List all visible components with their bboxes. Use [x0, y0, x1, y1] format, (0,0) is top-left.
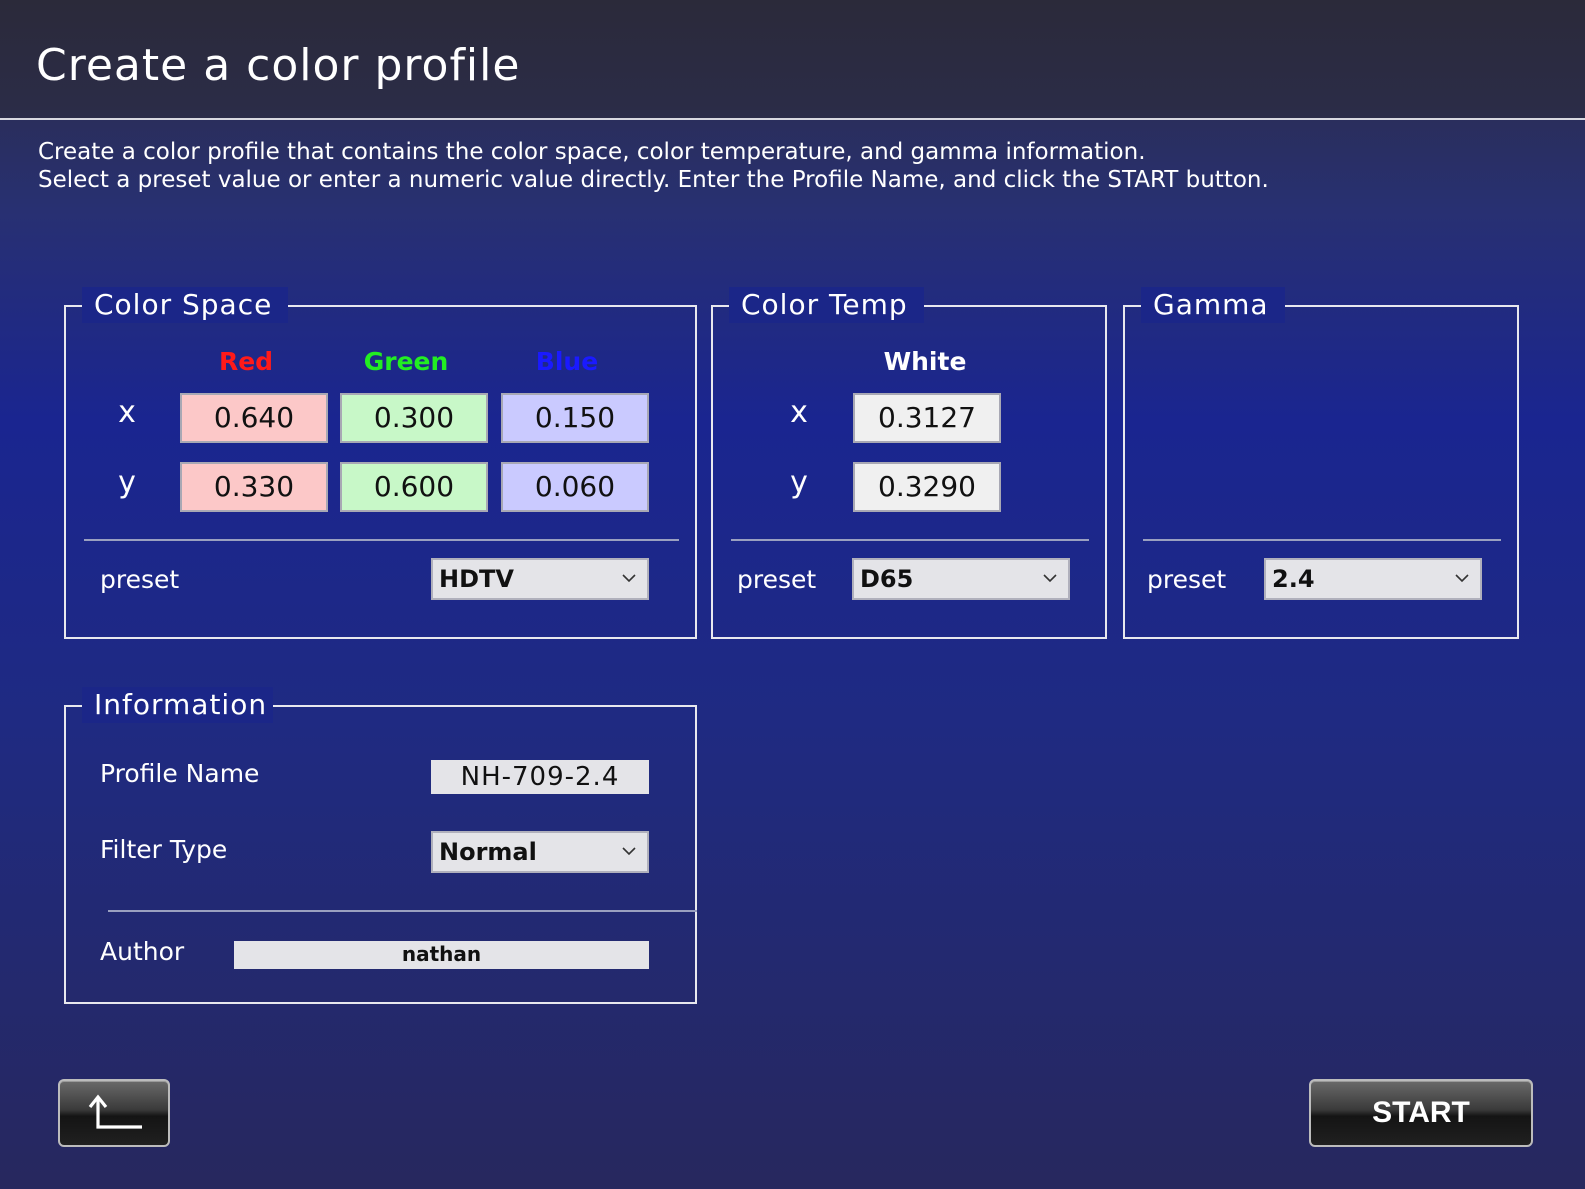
information-title: Information — [82, 687, 274, 723]
chevron-down-icon — [622, 847, 636, 856]
color-space-x-label: x — [118, 395, 136, 430]
white-y-input[interactable]: 0.3290 — [853, 462, 1001, 512]
color-temp-preset-label: preset — [737, 565, 817, 594]
chevron-down-icon — [1043, 574, 1057, 583]
red-y-input[interactable]: 0.330 — [180, 462, 328, 512]
color-temp-y-label: y — [790, 465, 808, 500]
filter-type-value: Normal — [439, 838, 537, 866]
white-x-input[interactable]: 0.3127 — [853, 393, 1001, 443]
green-column-header: Green — [363, 347, 449, 376]
start-button[interactable]: START — [1309, 1079, 1533, 1147]
color-temp-divider — [731, 539, 1089, 541]
color-space-preset-select[interactable]: HDTV — [431, 558, 649, 600]
return-arrow-icon — [88, 1094, 142, 1129]
color-temp-x-label: x — [790, 395, 808, 430]
information-group: Information Profile Name NH-709-2.4 Filt… — [64, 687, 697, 1004]
blue-y-input[interactable]: 0.060 — [501, 462, 649, 512]
description-line-1: Create a color profile that contains the… — [38, 139, 1146, 165]
color-temp-preset-value: D65 — [860, 565, 914, 593]
gamma-preset-select[interactable]: 2.4 — [1264, 558, 1482, 600]
color-space-preset-label: preset — [100, 565, 180, 594]
description-line-2: Select a preset value or enter a numeric… — [38, 167, 1269, 193]
profile-name-input[interactable]: NH-709-2.4 — [431, 760, 649, 794]
red-column-header: Red — [218, 347, 274, 376]
information-divider — [108, 910, 697, 912]
color-temp-group: Color Temp White x y 0.3127 0.3290 prese… — [711, 287, 1107, 639]
color-temp-preset-select[interactable]: D65 — [852, 558, 1070, 600]
filter-type-label: Filter Type — [100, 835, 228, 864]
blue-column-header: Blue — [535, 347, 599, 376]
page-title: Create a color profile — [36, 40, 521, 91]
description: Create a color profile that contains the… — [38, 138, 1269, 194]
red-x-input[interactable]: 0.640 — [180, 393, 328, 443]
color-space-preset-value: HDTV — [439, 565, 514, 593]
filter-type-select[interactable]: Normal — [431, 831, 649, 873]
gamma-divider — [1143, 539, 1501, 541]
green-x-input[interactable]: 0.300 — [340, 393, 488, 443]
gamma-title: Gamma — [1141, 287, 1285, 323]
chevron-down-icon — [1455, 574, 1469, 583]
chevron-down-icon — [622, 574, 636, 583]
green-y-input[interactable]: 0.600 — [340, 462, 488, 512]
white-column-header: White — [883, 347, 967, 376]
blue-x-input[interactable]: 0.150 — [501, 393, 649, 443]
author-input[interactable]: nathan — [234, 941, 649, 969]
color-temp-title: Color Temp — [729, 287, 924, 323]
color-space-divider — [84, 539, 679, 541]
gamma-preset-value: 2.4 — [1272, 565, 1315, 593]
author-label: Author — [100, 937, 185, 966]
profile-name-label: Profile Name — [100, 759, 260, 788]
gamma-group: Gamma preset 2.4 — [1123, 287, 1519, 639]
gamma-preset-label: preset — [1147, 565, 1227, 594]
color-space-group: Color Space Red Green Blue x y 0.640 0.3… — [64, 287, 697, 639]
header-bar: Create a color profile — [0, 0, 1585, 120]
back-button[interactable] — [58, 1079, 170, 1147]
color-space-y-label: y — [118, 465, 136, 500]
color-space-title: Color Space — [82, 287, 289, 323]
